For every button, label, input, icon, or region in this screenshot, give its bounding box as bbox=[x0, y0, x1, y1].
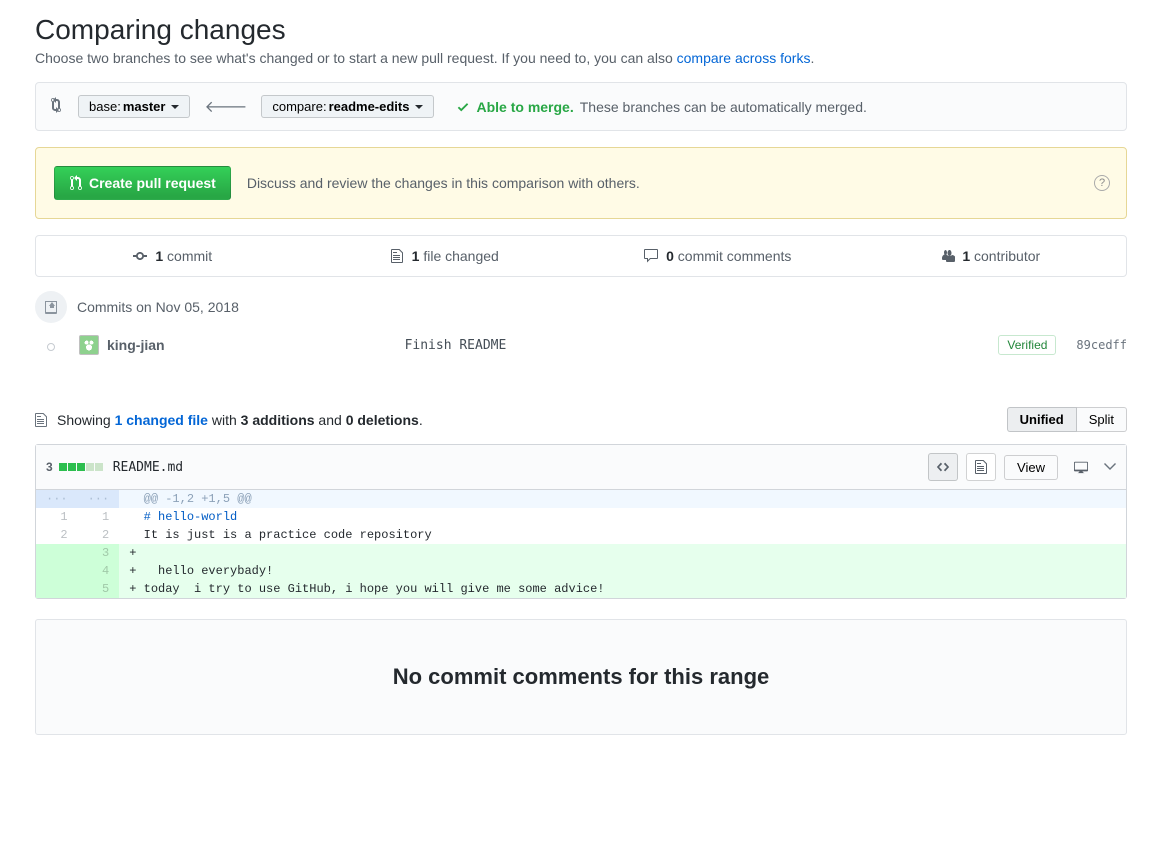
line-number-new: 2 bbox=[78, 526, 120, 544]
stat-files[interactable]: 1 file changed bbox=[309, 236, 582, 276]
line-number-old bbox=[36, 580, 78, 598]
code-line: + bbox=[119, 544, 1126, 562]
commit-message[interactable]: Finish README bbox=[405, 338, 999, 353]
view-file-button[interactable]: View bbox=[1004, 455, 1058, 480]
avatar[interactable] bbox=[79, 335, 99, 355]
line-number-new: 3 bbox=[78, 544, 120, 562]
code-line: + hello everybady! bbox=[119, 562, 1126, 580]
file-diff: 3 README.md View ··· ··· @@ - bbox=[35, 444, 1127, 599]
no-comments: No commit comments for this range bbox=[35, 619, 1127, 735]
chevron-down-icon[interactable] bbox=[1104, 459, 1116, 475]
create-pr-box: Create pull request Discuss and review t… bbox=[35, 147, 1127, 219]
commit-dot-icon bbox=[47, 343, 55, 351]
line-number-new: 4 bbox=[78, 562, 120, 580]
base-branch-select[interactable]: base: master bbox=[78, 95, 190, 118]
unified-button[interactable]: Unified bbox=[1007, 407, 1077, 432]
repo-push-icon bbox=[35, 291, 67, 323]
compare-branch-select[interactable]: compare: readme-edits bbox=[261, 95, 434, 118]
stat-comments[interactable]: 0 commit comments bbox=[581, 236, 854, 276]
page-subtitle: Choose two branches to see what's change… bbox=[35, 50, 1127, 66]
range-editor: base: master 🡐 compare: readme-edits Abl… bbox=[35, 82, 1127, 131]
create-pr-button[interactable]: Create pull request bbox=[54, 166, 231, 200]
diff-view-toggle: Unified Split bbox=[1007, 407, 1127, 432]
code-line: It is just is a practice code repository bbox=[119, 526, 1126, 544]
pr-desc: Discuss and review the changes in this c… bbox=[247, 175, 640, 191]
line-number-new: 5 bbox=[78, 580, 120, 598]
line-number-old: 1 bbox=[36, 508, 78, 526]
files-summary: Showing 1 changed file with 3 additions … bbox=[35, 412, 423, 428]
diffstat: 3 bbox=[46, 460, 103, 474]
split-button[interactable]: Split bbox=[1077, 407, 1127, 432]
commit-sha[interactable]: 89cedff bbox=[1076, 338, 1127, 352]
merge-status: Able to merge. These branches can be aut… bbox=[456, 99, 866, 115]
hunk-header: @@ -1,2 +1,5 @@ bbox=[119, 490, 1126, 508]
code-line: + today i try to use GitHub, i hope you … bbox=[119, 580, 1126, 598]
stat-commits[interactable]: 1 commit bbox=[36, 236, 309, 276]
compare-icon bbox=[50, 97, 66, 116]
filename[interactable]: README.md bbox=[113, 460, 183, 475]
compare-forks-link[interactable]: compare across forks bbox=[677, 50, 811, 66]
hunk-expand[interactable]: ··· bbox=[78, 490, 120, 508]
commit-author[interactable]: king-jian bbox=[107, 337, 165, 353]
hunk-expand[interactable]: ··· bbox=[36, 490, 78, 508]
device-icon[interactable] bbox=[1066, 453, 1096, 481]
diff-table: ··· ··· @@ -1,2 +1,5 @@ 11 # hello-world… bbox=[36, 490, 1126, 598]
source-view-icon[interactable] bbox=[928, 453, 958, 481]
code-line: # hello-world bbox=[119, 508, 1126, 526]
commit-row: king-jian Finish README Verified 89cedff bbox=[35, 329, 1127, 361]
line-number-old bbox=[36, 562, 78, 580]
line-number-old: 2 bbox=[36, 526, 78, 544]
rendered-view-icon[interactable] bbox=[966, 453, 996, 481]
line-number-new: 1 bbox=[78, 508, 120, 526]
line-number-old bbox=[36, 544, 78, 562]
page-title: Comparing changes bbox=[35, 14, 1127, 46]
help-icon[interactable]: ? bbox=[1094, 175, 1110, 191]
stats-bar: 1 commit 1 file changed 0 commit comment… bbox=[35, 235, 1127, 277]
arrow-left-icon: 🡐 bbox=[202, 96, 249, 117]
stat-contributors[interactable]: 1 contributor bbox=[854, 236, 1127, 276]
verified-badge[interactable]: Verified bbox=[998, 335, 1056, 355]
changed-files-link[interactable]: 1 changed file bbox=[115, 412, 208, 428]
timeline-date: Commits on Nov 05, 2018 bbox=[35, 291, 1127, 323]
